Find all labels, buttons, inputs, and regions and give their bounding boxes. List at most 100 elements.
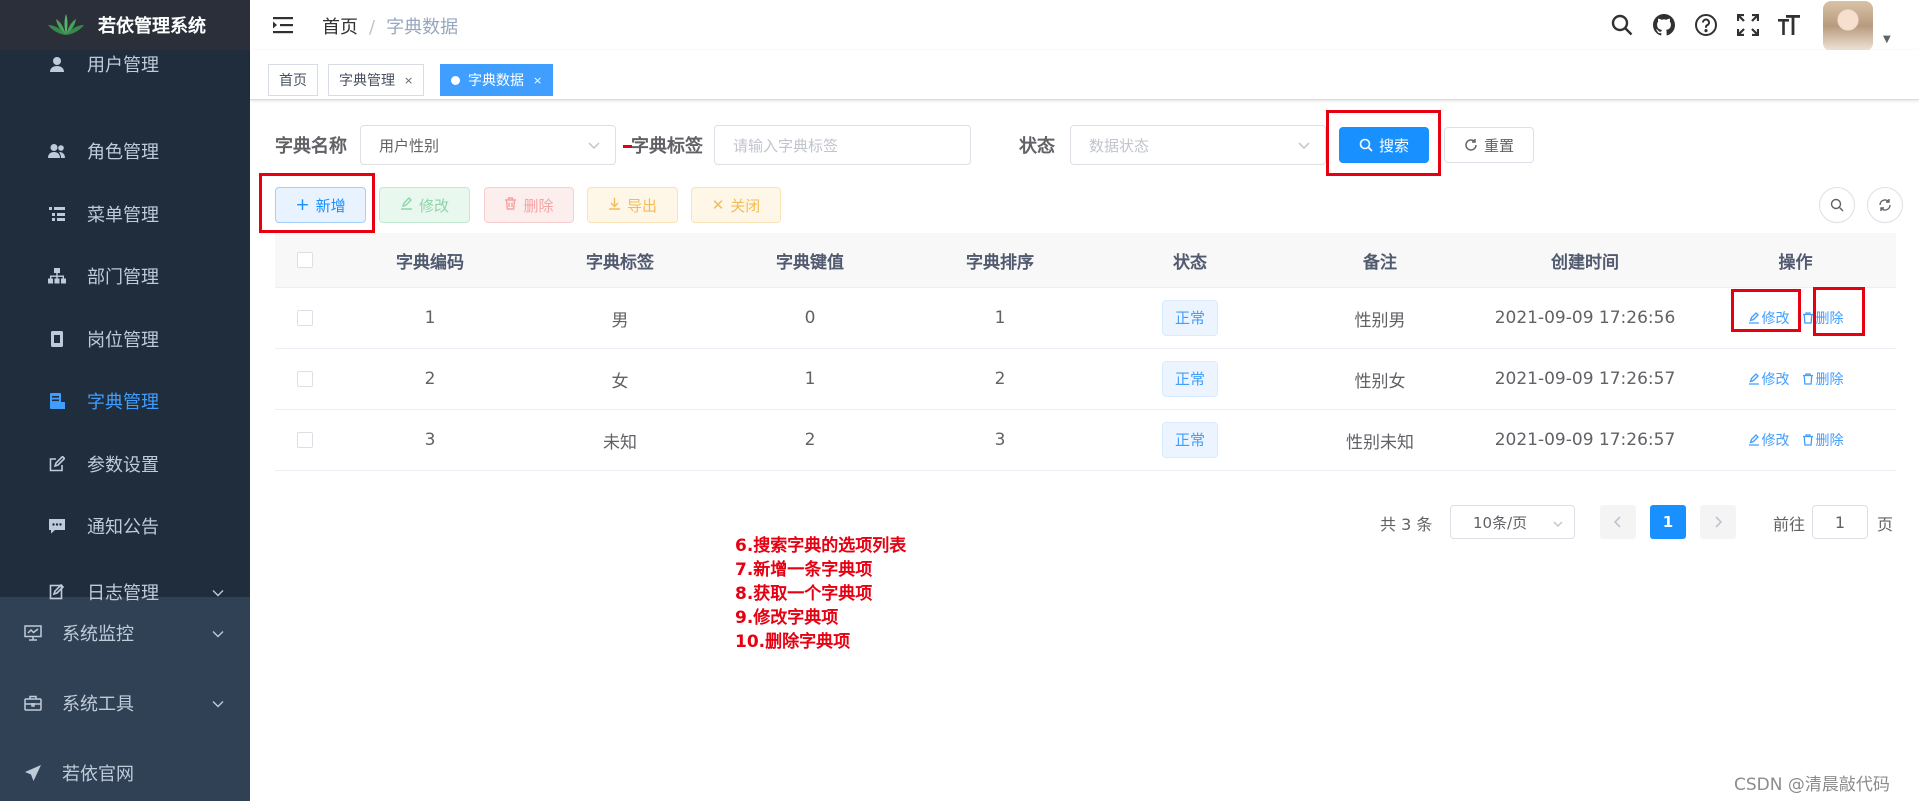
dict-name-select[interactable]: 用户性别 — [360, 125, 616, 165]
sidebar-item-guide[interactable]: 若依官网 — [0, 742, 250, 801]
cell-status: 正常 — [1095, 349, 1285, 409]
column-header[interactable]: 字典标签 — [525, 233, 715, 287]
fullscreen-icon[interactable] — [1735, 12, 1761, 38]
chevron-down-icon — [212, 623, 224, 644]
sidebar-item-monitor[interactable]: 系统监控 — [0, 602, 250, 664]
cell-sort: 1 — [994, 308, 1006, 328]
status-select[interactable]: 数据状态 — [1070, 125, 1326, 165]
sidebar-item-post[interactable]: 岗位管理 — [0, 308, 250, 370]
cell-status: 正常 — [1095, 410, 1285, 470]
search-button[interactable]: 搜索 — [1339, 127, 1429, 163]
row-edit-link[interactable]: 修改 — [1748, 430, 1790, 450]
prev-page-button[interactable] — [1600, 505, 1636, 539]
dict-label-placeholder: 请输入字典标签 — [733, 136, 839, 155]
row-checkbox[interactable] — [297, 432, 313, 448]
sidebar-item-label: 若依官网 — [62, 764, 134, 785]
chevron-down-icon — [1552, 516, 1564, 534]
annotation-note: 10.删除字典项 — [735, 632, 851, 652]
tag-home[interactable]: 首页 — [268, 64, 318, 96]
delete-icon — [1802, 312, 1813, 324]
reset-button[interactable]: 重置 — [1444, 127, 1534, 163]
sidebar-item-label: 参数设置 — [87, 455, 159, 476]
dict-label-input[interactable]: 请输入字典标签 — [714, 125, 971, 165]
annotation-note: 7.新增一条字典项 — [735, 560, 873, 580]
sidebar-item-label: 通知公告 — [87, 517, 159, 538]
add-button[interactable]: + 新增 — [275, 187, 366, 223]
plus-icon: + — [295, 195, 310, 215]
tag-dict-data[interactable]: 字典数据 × — [440, 64, 554, 96]
edit-button[interactable]: 修改 — [379, 187, 470, 223]
close-button[interactable]: ✕ 关闭 — [691, 187, 781, 223]
active-dot-icon — [451, 75, 460, 85]
table-row: 1 男 0 1 正常 性别男 2021-09-09 17:26:56 修改 删除 — [275, 288, 1896, 349]
goto-page-input[interactable]: 1 — [1812, 505, 1868, 539]
close-icon[interactable]: × — [404, 74, 413, 87]
column-header[interactable]: 字典排序 — [905, 233, 1095, 287]
row-edit-label: 修改 — [1761, 433, 1790, 449]
refresh-icon — [1464, 138, 1478, 152]
navbar: 首页 / 字典数据 ▼ — [250, 0, 1919, 51]
sidebar-item-tool[interactable]: 系统工具 — [0, 672, 250, 734]
post-icon — [48, 330, 66, 348]
caret-down-icon[interactable]: ▼ — [1883, 34, 1891, 45]
row-edit-label: 修改 — [1761, 311, 1790, 327]
cell-label: 男 — [611, 310, 629, 331]
breadcrumb-separator: / — [369, 17, 376, 38]
question-icon[interactable] — [1693, 12, 1719, 38]
tool-icon — [24, 694, 42, 712]
chevron-down-icon — [587, 138, 601, 156]
row-edit-link[interactable]: 修改 — [1748, 308, 1790, 328]
column-header[interactable]: 状态 — [1095, 233, 1285, 287]
export-button[interactable]: 导出 — [587, 187, 678, 223]
font-size-icon[interactable] — [1776, 12, 1802, 38]
column-header[interactable]: 字典编码 — [335, 233, 525, 287]
column-header[interactable]: 备注 — [1285, 233, 1475, 287]
row-delete-link[interactable]: 删除 — [1802, 430, 1844, 450]
row-delete-link[interactable]: 删除 — [1802, 308, 1844, 328]
sidebar-item-dict[interactable]: 字典管理 — [0, 370, 250, 432]
row-delete-link[interactable]: 删除 — [1802, 369, 1844, 389]
table-row: 2 女 1 2 正常 性别女 2021-09-09 17:26:57 修改 删除 — [275, 349, 1896, 410]
hamburger-icon[interactable] — [272, 14, 294, 36]
delete-button[interactable]: 删除 — [484, 187, 574, 223]
avatar[interactable] — [1823, 1, 1873, 51]
status-label: 状态 — [1019, 136, 1055, 157]
row-edit-link[interactable]: 修改 — [1748, 369, 1790, 389]
sidebar-item-label: 系统监控 — [62, 624, 134, 645]
export-button-label: 导出 — [626, 196, 657, 215]
sidebar-item-dept[interactable]: 部门管理 — [0, 245, 250, 307]
cell-remark: 性别未知 — [1346, 432, 1414, 453]
row-select-cell — [275, 288, 335, 348]
cell-created: 2021-09-09 17:26:57 — [1494, 369, 1676, 389]
search-button-label: 搜索 — [1378, 136, 1409, 155]
dict-name-label: 字典名称 — [275, 136, 347, 157]
sidebar-item-menu[interactable]: 菜单管理 — [0, 183, 250, 245]
sidebar-item-notice[interactable]: 通知公告 — [0, 495, 250, 557]
close-icon[interactable]: × — [533, 74, 542, 87]
annotation-note: 8.获取一个字典项 — [735, 584, 873, 604]
search-icon[interactable] — [1609, 12, 1635, 38]
breadcrumb-home[interactable]: 首页 — [322, 17, 358, 38]
next-page-button[interactable] — [1700, 505, 1736, 539]
select-all-checkbox[interactable] — [297, 252, 313, 268]
sidebar-item-role[interactable]: 角色管理 — [0, 120, 250, 182]
page-number-current[interactable]: 1 — [1650, 505, 1686, 539]
toggle-search-button[interactable] — [1819, 187, 1855, 223]
pagination-total: 共 3 条 — [1380, 515, 1433, 534]
watermark: CSDN @清晨敲代码 — [1734, 775, 1890, 795]
page-size-select[interactable]: 10条/页 — [1450, 505, 1575, 539]
cell-value: 2 — [804, 430, 816, 450]
refresh-table-button[interactable] — [1867, 187, 1903, 223]
sidebar-logo[interactable]: 若依管理系统 — [0, 0, 250, 50]
tag-dict-manage[interactable]: 字典管理 × — [328, 64, 425, 96]
row-checkbox[interactable] — [297, 371, 313, 387]
github-icon[interactable] — [1651, 12, 1677, 38]
delete-button-label: 删除 — [523, 196, 554, 215]
row-checkbox[interactable] — [297, 310, 313, 326]
refresh-icon — [1879, 199, 1891, 211]
cell-actions: 修改 删除 — [1695, 288, 1896, 348]
column-header[interactable]: 字典键值 — [715, 233, 905, 287]
sidebar-item-config[interactable]: 参数设置 — [0, 433, 250, 495]
monitor-icon — [24, 624, 42, 642]
column-header[interactable]: 创建时间 — [1475, 233, 1695, 287]
